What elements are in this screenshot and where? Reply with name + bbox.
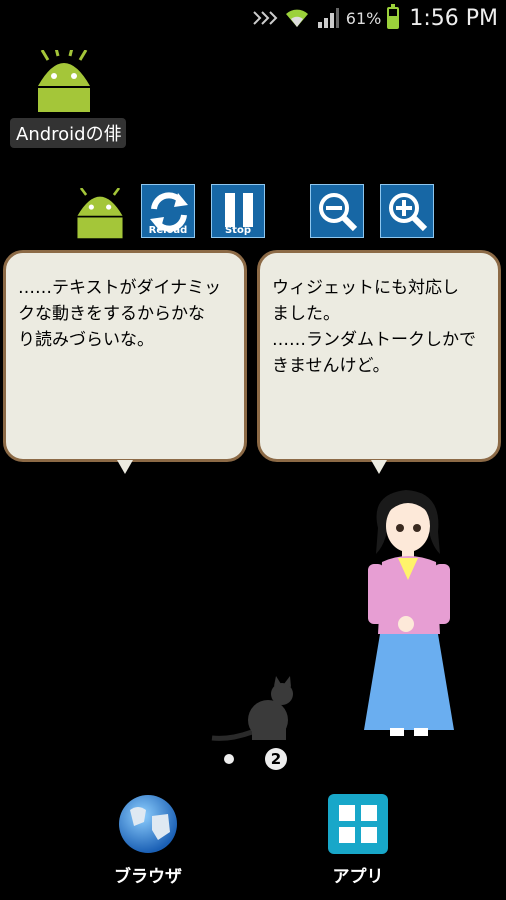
stop-label: Stop xyxy=(224,225,251,236)
dock-apps[interactable]: アプリ xyxy=(303,792,413,887)
zoom-in-button[interactable] xyxy=(380,184,434,238)
wifi-icon xyxy=(285,9,308,27)
speech-bubble-left-tail xyxy=(117,460,133,474)
reload-button[interactable]: Reload xyxy=(141,184,195,238)
android-mascot-icon[interactable] xyxy=(74,188,126,240)
speech-bubble-right-tail xyxy=(371,460,387,474)
page-indicator-current[interactable]: 2 xyxy=(265,748,287,770)
battery-icon xyxy=(387,4,400,29)
battery-percent: 61% xyxy=(345,8,382,28)
globe-icon xyxy=(119,795,177,853)
shortcut-label: Androidの俳 xyxy=(10,118,126,148)
app-grid-icon xyxy=(328,794,388,854)
desktop-shortcut[interactable]: Androidの俳 xyxy=(10,50,126,148)
status-bar: 61% 1:56 PM xyxy=(0,0,506,36)
dock-apps-label: アプリ xyxy=(332,867,384,887)
status-icons: 61% 1:56 PM xyxy=(252,4,498,32)
dock-browser[interactable]: ブラウザ xyxy=(93,792,203,887)
dock-browser-label: ブラウザ xyxy=(114,867,182,887)
battery-fill xyxy=(389,16,398,27)
cat-illustration xyxy=(211,676,293,741)
signal-icon xyxy=(317,8,339,28)
android-app-icon xyxy=(38,50,90,112)
stop-button[interactable]: Stop xyxy=(211,184,265,238)
zoom-out-icon xyxy=(319,193,358,232)
zoom-in-icon xyxy=(389,193,428,232)
status-time: 1:56 PM xyxy=(409,5,498,31)
speech-bubble-right: ウィジェットにも対応し ました。 ……ランダムトークしかで きませんけど。 xyxy=(257,250,501,462)
character-girl-illustration[interactable] xyxy=(360,484,460,744)
reload-label: Reload xyxy=(148,225,188,236)
page-indicator-dot[interactable] xyxy=(224,754,234,764)
zoom-out-button[interactable] xyxy=(310,184,364,238)
speech-bubble-left: ……テキストがダイナミッ クな動きをするからかな り読みづらいな。 xyxy=(3,250,247,462)
nfc-icon xyxy=(253,11,278,25)
